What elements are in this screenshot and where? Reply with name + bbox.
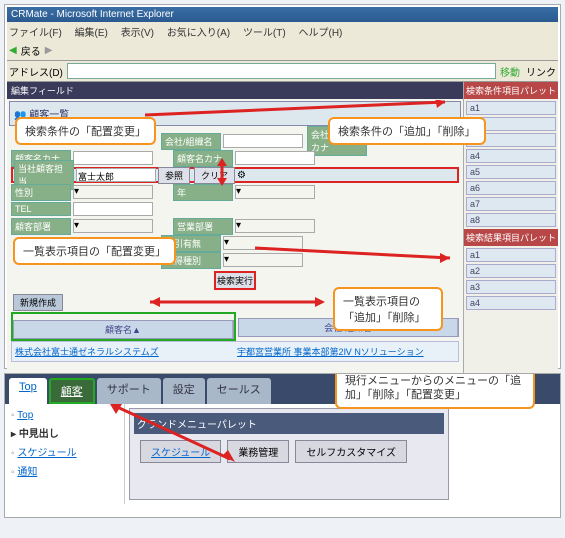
tab-customer[interactable]: 顧客 [49,378,95,404]
submenu: ◦ Top ▸ 中見出し ◦ スケジュール ◦ 通知 [5,404,125,504]
palette-custom[interactable]: セルフカスタマイズ [295,440,407,463]
result-item[interactable]: a1 [466,248,556,262]
result-item[interactable]: a4 [466,296,556,310]
ref-button[interactable]: 参照 [158,167,190,184]
gender-select[interactable]: ▾ [73,185,153,199]
cust-div-label: 顧客部署 [11,218,71,235]
submenu-schedule[interactable]: ◦ スケジュール [9,442,120,461]
palette-item[interactable]: a4 [466,149,556,163]
company-label: 会社/組織名 [161,133,221,150]
clear-button[interactable]: クリア [194,167,235,184]
menu-edit[interactable]: 編集(E) [75,28,108,39]
tab-sales[interactable]: セールス [207,378,271,404]
age-label: 年 [173,184,233,201]
back-label[interactable]: 戻る [21,43,41,58]
status-select[interactable]: ▾ [223,253,303,267]
palette-schedule[interactable]: スケジュール [140,440,221,463]
palette-item[interactable]: a7 [466,197,556,211]
menu-palette: グランドメニューパレット スケジュール 業務管理 セルフカスタマイズ [129,408,449,500]
menu-file[interactable]: ファイル(F) [9,28,62,39]
tab-settings[interactable]: 設定 [163,378,205,404]
result-item[interactable]: a3 [466,280,556,294]
edit-field-header: 編集フィールド [7,82,463,99]
tel-field[interactable] [73,202,153,216]
submenu-notify[interactable]: ◦ 通知 [9,461,120,480]
palette-biz[interactable]: 業務管理 [227,440,289,463]
addr-input[interactable] [67,63,496,79]
cell-customer[interactable]: 株式会社富士通ゼネラルシステムズ [13,343,235,360]
palette-header: 検索条件項目パレット [464,82,558,99]
callout-layout: 検索条件の「配置変更」 [15,117,156,145]
window-title: CRMate - Microsoft Internet Explorer [7,7,558,22]
acq-select[interactable]: ▾ [223,236,303,250]
callout-menu: 現行メニューからのメニューの「追加」「削除」「配置変更」 [335,373,535,409]
menu-view[interactable]: 表示(V) [121,28,154,39]
callout-add-del: 検索条件の「追加」「削除」 [328,117,486,145]
search-button[interactable]: 検索実行 [214,271,256,290]
cell-company[interactable]: 宇都宮営業所 事業本部第2Ⅳ Nソリューション [235,343,457,360]
palette-item[interactable]: a1 [466,101,556,115]
tool-icon[interactable]: ⚙ [237,170,246,181]
menu-help[interactable]: ヘルプ(H) [299,28,343,39]
tab-support[interactable]: サポート [97,378,161,404]
sales-div-label: 営業部署 [173,218,233,235]
grid-row[interactable]: 株式会社富士通ゼネラルシステムズ 宇都宮営業所 事業本部第2Ⅳ Nソリューション [11,341,459,362]
sales-div-select[interactable]: ▾ [235,219,315,233]
cust-div-select[interactable]: ▾ [73,219,153,233]
addr-label: アドレス(D) [9,64,63,79]
palette-title: グランドメニューパレット [134,413,444,434]
result-item[interactable]: a2 [466,264,556,278]
cust-kana-field[interactable] [235,151,315,165]
toolbar: ◀ 戻る ▶ [7,41,558,61]
gender-label: 性別 [11,184,71,201]
fwd-icon[interactable]: ▶ [45,45,53,56]
go-button[interactable]: 移動 [500,64,520,79]
tel-label: TEL [11,202,71,216]
tab-top[interactable]: Top [9,378,47,404]
new-button[interactable]: 新規作成 [13,294,63,311]
submenu-top[interactable]: ◦ Top [9,408,120,423]
callout-list-add: 一覧表示項目の「追加」「削除」 [333,287,443,331]
back-icon[interactable]: ◀ [9,45,17,56]
cust-kana-label: 顧客名カナ [173,150,233,167]
age-select[interactable]: ▾ [235,185,315,199]
menubar: ファイル(F) 編集(E) 表示(V) お気に入り(A) ツール(T) ヘルプ(… [7,22,558,41]
cust-field[interactable] [73,151,153,165]
col-customer[interactable]: 顧客名▲ [14,321,233,338]
palette-item[interactable]: a6 [466,181,556,195]
callout-list-layout: 一覧表示項目の「配置変更」 [13,237,176,265]
menu-fav[interactable]: お気に入り(A) [167,28,230,39]
company-field[interactable] [223,134,303,148]
menu-tools[interactable]: ツール(T) [243,28,286,39]
address-bar: アドレス(D) 移動 リンク [7,61,558,82]
grid-header: 顧客名▲ [13,320,234,339]
rep-field[interactable]: 富士太郎 [76,168,156,182]
palette-item[interactable]: a5 [466,165,556,179]
links-label[interactable]: リンク [526,64,556,79]
result-palette-header: 検索結果項目パレット [464,229,558,246]
submenu-heading: ▸ 中見出し [9,423,120,442]
palette-item[interactable]: a8 [466,213,556,227]
